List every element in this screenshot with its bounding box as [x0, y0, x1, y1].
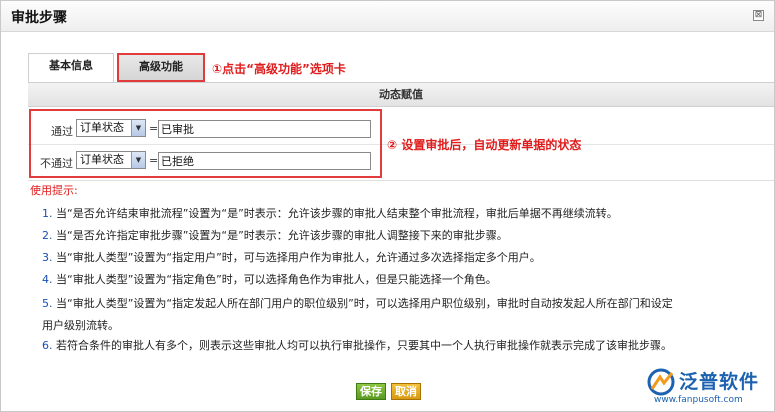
dialog-title: 审批步骤	[11, 10, 67, 26]
tip-number: 4.	[42, 273, 53, 286]
cancel-button[interactable]: 取消	[391, 383, 421, 400]
rows-annotation: ② 设置审批后，自动更新单据的状态	[387, 138, 582, 152]
tip-item: 5. 当“审批人类型”设置为“指定发起人所在部门用户的职位级别”时，可以选择用户…	[42, 293, 682, 337]
tip-text: 当“审批人类型”设置为“指定角色”时，可以选择角色作为审批人，但是只能选择一个角…	[56, 273, 497, 286]
tip-item: 6. 若符合条件的审批人有多个，则表示这些审批人均可以执行审批操作，只要其中一个…	[42, 335, 682, 357]
brand-mark-icon	[647, 368, 675, 396]
brand-url: www.fanpusoft.com	[654, 395, 743, 405]
tip-item: 4. 当“审批人类型”设置为“指定角色”时，可以选择角色作为审批人，但是只能选择…	[42, 269, 642, 291]
close-icon[interactable]: ⊠	[753, 10, 764, 21]
tip-number: 6.	[42, 339, 53, 352]
tips-title: 使用提示:	[30, 184, 78, 197]
rows-highlight-box	[29, 109, 382, 178]
tip-number: 5.	[42, 297, 53, 310]
tip-number: 1.	[42, 207, 53, 220]
tip-number: 3.	[42, 251, 53, 264]
save-button[interactable]: 保存	[356, 383, 386, 400]
tip-text: 若符合条件的审批人有多个，则表示这些审批人均可以执行审批操作，只要其中一个人执行…	[56, 339, 672, 352]
tab-advanced[interactable]: 高级功能	[117, 53, 205, 82]
brand-name: 泛普软件	[679, 371, 760, 393]
tip-item: 3. 当“审批人类型”设置为“指定用户”时，可与选择用户作为审批人，允许通过多次…	[42, 247, 642, 269]
tip-text: 当“审批人类型”设置为“指定用户”时，可与选择用户作为审批人，允许通过多次选择指…	[56, 251, 541, 264]
tip-text: 当“是否允许结束审批流程”设置为“是”时表示：允许该步骤的审批人结束整个审批流程…	[56, 207, 618, 220]
tip-text: 当“审批人类型”设置为“指定发起人所在部门用户的职位级别”时，可以选择用户职位级…	[42, 297, 673, 332]
tab-annotation: ①点击“高级功能”选项卡	[212, 62, 346, 76]
tab-basic-info[interactable]: 基本信息	[28, 53, 114, 82]
tip-item: 1. 当“是否允许结束审批流程”设置为“是”时表示：允许该步骤的审批人结束整个审…	[42, 203, 642, 225]
dialog-titlebar: 审批步骤 ⊠	[1, 1, 774, 32]
approval-step-dialog: 审批步骤 ⊠ 基本信息 高级功能 ①点击“高级功能”选项卡 动态赋值 通过 订单…	[0, 0, 775, 412]
section-header: 动态赋值	[28, 83, 774, 107]
tip-text: 当“是否允许指定审批步骤”设置为“是”时表示：允许该步骤的审批人调整接下来的审批…	[56, 229, 508, 242]
tip-item: 2. 当“是否允许指定审批步骤”设置为“是”时表示：允许该步骤的审批人调整接下来…	[42, 225, 642, 247]
tip-number: 2.	[42, 229, 53, 242]
brand-logo: 泛普软件 www.fanpusoft.com	[646, 367, 774, 411]
